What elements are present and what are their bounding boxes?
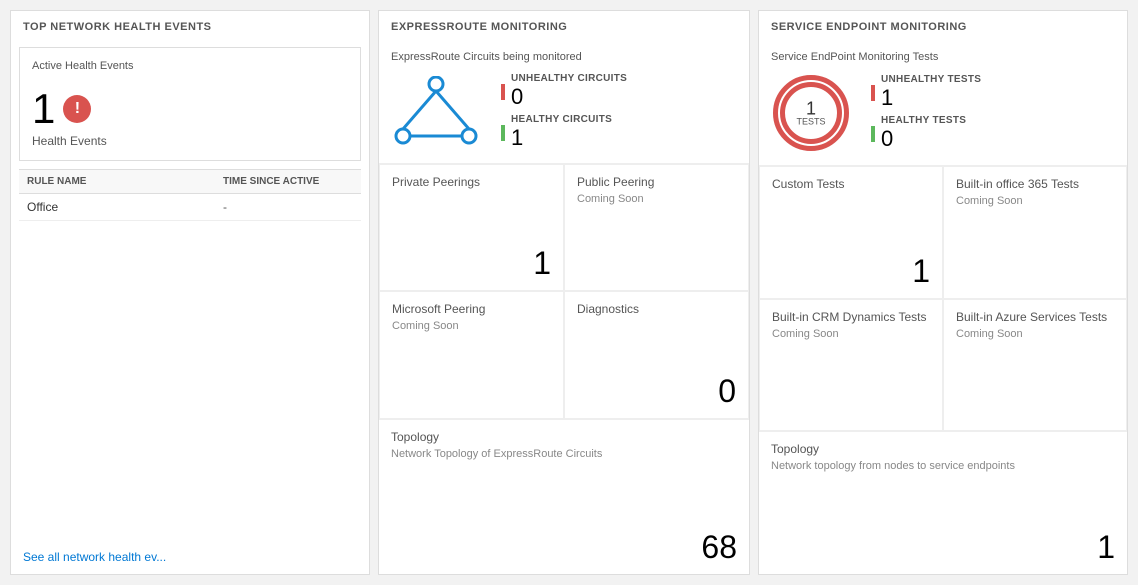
builtin-azure-coming: Coming Soon: [956, 328, 1114, 340]
sep-main-row: 1 TESTS UNHEALTHY TESTS 1: [771, 73, 1115, 153]
health-number: 1: [32, 88, 55, 130]
table-row: Office -: [19, 194, 361, 221]
er-unhealthy-label: UNHEALTHY CIRCUITS: [511, 73, 627, 84]
dashboard: TOP NETWORK HEALTH EVENTS Active Health …: [0, 0, 1138, 585]
custom-tests-title: Custom Tests: [772, 177, 930, 191]
health-count-row: 1 !: [32, 88, 348, 130]
er-healthy-label: HEALTHY CIRCUITS: [511, 114, 612, 125]
sep-unhealthy-bar: [871, 85, 875, 101]
health-label: Health Events: [32, 134, 348, 148]
microsoft-peering-title: Microsoft Peering: [392, 302, 551, 316]
er-healthy-row: HEALTHY CIRCUITS 1: [501, 114, 627, 151]
custom-tests-cell[interactable]: Custom Tests 1: [759, 166, 943, 299]
diagnostics-title: Diagnostics: [577, 302, 736, 316]
sep-healthy-bar: [871, 126, 875, 142]
left-panel-title: TOP NETWORK HEALTH EVENTS: [11, 11, 369, 39]
mid-panel: EXPRESSROUTE MONITORING ExpressRoute Cir…: [378, 10, 750, 575]
builtin-crm-cell[interactable]: Built-in CRM Dynamics Tests Coming Soon: [759, 299, 943, 432]
public-peering-title: Public Peering: [577, 175, 736, 189]
er-subtitle: ExpressRoute Circuits being monitored: [391, 51, 737, 63]
er-unhealthy-row: UNHEALTHY CIRCUITS 0: [501, 73, 627, 110]
see-all-link[interactable]: See all network health ev...: [11, 540, 369, 574]
col-rule-name: RULE NAME: [27, 176, 223, 187]
public-peering-coming: Coming Soon: [577, 193, 736, 205]
row-rule: Office: [27, 200, 223, 214]
builtin-azure-title: Built-in Azure Services Tests: [956, 310, 1114, 324]
diagnostics-cell[interactable]: Diagnostics 0: [564, 291, 749, 418]
diagnostics-value: 0: [718, 373, 736, 410]
donut-count: 1: [806, 99, 816, 119]
sep-topology-value: 1: [1097, 529, 1115, 566]
private-peerings-value: 1: [533, 245, 551, 282]
left-panel: TOP NETWORK HEALTH EVENTS Active Health …: [10, 10, 370, 575]
sep-topology-cell[interactable]: Topology Network topology from nodes to …: [759, 431, 1127, 574]
er-topology-title: Topology: [391, 430, 737, 444]
health-subtitle: Active Health Events: [32, 60, 348, 72]
health-events-table: RULE NAME TIME SINCE ACTIVE Office -: [19, 169, 361, 221]
er-topology-value: 68: [701, 529, 737, 566]
sep-top-card: Service EndPoint Monitoring Tests 1: [759, 39, 1127, 166]
microsoft-peering-coming: Coming Soon: [392, 320, 551, 332]
mid-panel-inner: EXPRESSROUTE MONITORING ExpressRoute Cir…: [378, 10, 750, 575]
alert-icon: !: [63, 95, 91, 123]
builtin-crm-coming: Coming Soon: [772, 328, 930, 340]
right-panel-inner: SERVICE ENDPOINT MONITORING Service EndP…: [758, 10, 1128, 575]
mid-panel-title: EXPRESSROUTE MONITORING: [379, 11, 749, 39]
er-triangle-icon: [391, 76, 481, 149]
sep-subtitle: Service EndPoint Monitoring Tests: [771, 51, 1115, 63]
donut-chart: 1 TESTS: [771, 73, 851, 153]
er-healthy-bar: [501, 125, 505, 141]
sep-stats: UNHEALTHY TESTS 1 HEALTHY TESTS 0: [871, 74, 981, 152]
er-topology-subtitle: Network Topology of ExpressRoute Circuit…: [391, 448, 737, 460]
sep-healthy-label: HEALTHY TESTS: [881, 115, 966, 126]
table-header: RULE NAME TIME SINCE ACTIVE: [19, 169, 361, 194]
private-peerings-title: Private Peerings: [392, 175, 551, 189]
donut-label: 1 TESTS: [796, 100, 825, 127]
builtin-office-cell[interactable]: Built-in office 365 Tests Coming Soon: [943, 166, 1127, 299]
right-panel: SERVICE ENDPOINT MONITORING Service EndP…: [758, 10, 1128, 575]
er-unhealthy-value: 0: [511, 84, 627, 110]
health-events-card: Active Health Events 1 ! Health Events: [19, 47, 361, 161]
sep-topology-subtitle: Network topology from nodes to service e…: [771, 460, 1115, 472]
expressroute-card: ExpressRoute Circuits being monitored: [379, 39, 749, 164]
public-peering-cell[interactable]: Public Peering Coming Soon: [564, 164, 749, 291]
er-main-row: UNHEALTHY CIRCUITS 0 HEALTHY CIRCUITS 1: [391, 73, 737, 151]
er-healthy-value: 1: [511, 125, 612, 151]
er-unhealthy-bar: [501, 84, 505, 100]
sep-unhealthy-value: 1: [881, 85, 981, 111]
custom-tests-value: 1: [912, 253, 930, 290]
sep-healthy-row: HEALTHY TESTS 0: [871, 115, 981, 152]
private-peerings-cell[interactable]: Private Peerings 1: [379, 164, 564, 291]
sep-sub-grid: Custom Tests 1 Built-in office 365 Tests…: [759, 166, 1127, 574]
builtin-office-coming: Coming Soon: [956, 195, 1114, 207]
donut-tests-label: TESTS: [796, 118, 825, 127]
sep-topology-title: Topology: [771, 442, 1115, 456]
microsoft-peering-cell[interactable]: Microsoft Peering Coming Soon: [379, 291, 564, 418]
sep-healthy-value: 0: [881, 126, 966, 152]
sep-unhealthy-label: UNHEALTHY TESTS: [881, 74, 981, 85]
builtin-azure-cell[interactable]: Built-in Azure Services Tests Coming Soo…: [943, 299, 1127, 432]
er-stats: UNHEALTHY CIRCUITS 0 HEALTHY CIRCUITS 1: [501, 73, 627, 151]
er-topology-cell[interactable]: Topology Network Topology of ExpressRout…: [379, 419, 749, 574]
builtin-crm-title: Built-in CRM Dynamics Tests: [772, 310, 930, 324]
right-panel-title: SERVICE ENDPOINT MONITORING: [759, 11, 1127, 39]
sep-unhealthy-row: UNHEALTHY TESTS 1: [871, 74, 981, 111]
builtin-office-title: Built-in office 365 Tests: [956, 177, 1114, 191]
row-time: -: [223, 200, 353, 214]
er-sub-grid: Private Peerings 1 Public Peering Coming…: [379, 164, 749, 574]
col-time-active: TIME SINCE ACTIVE: [223, 176, 353, 187]
